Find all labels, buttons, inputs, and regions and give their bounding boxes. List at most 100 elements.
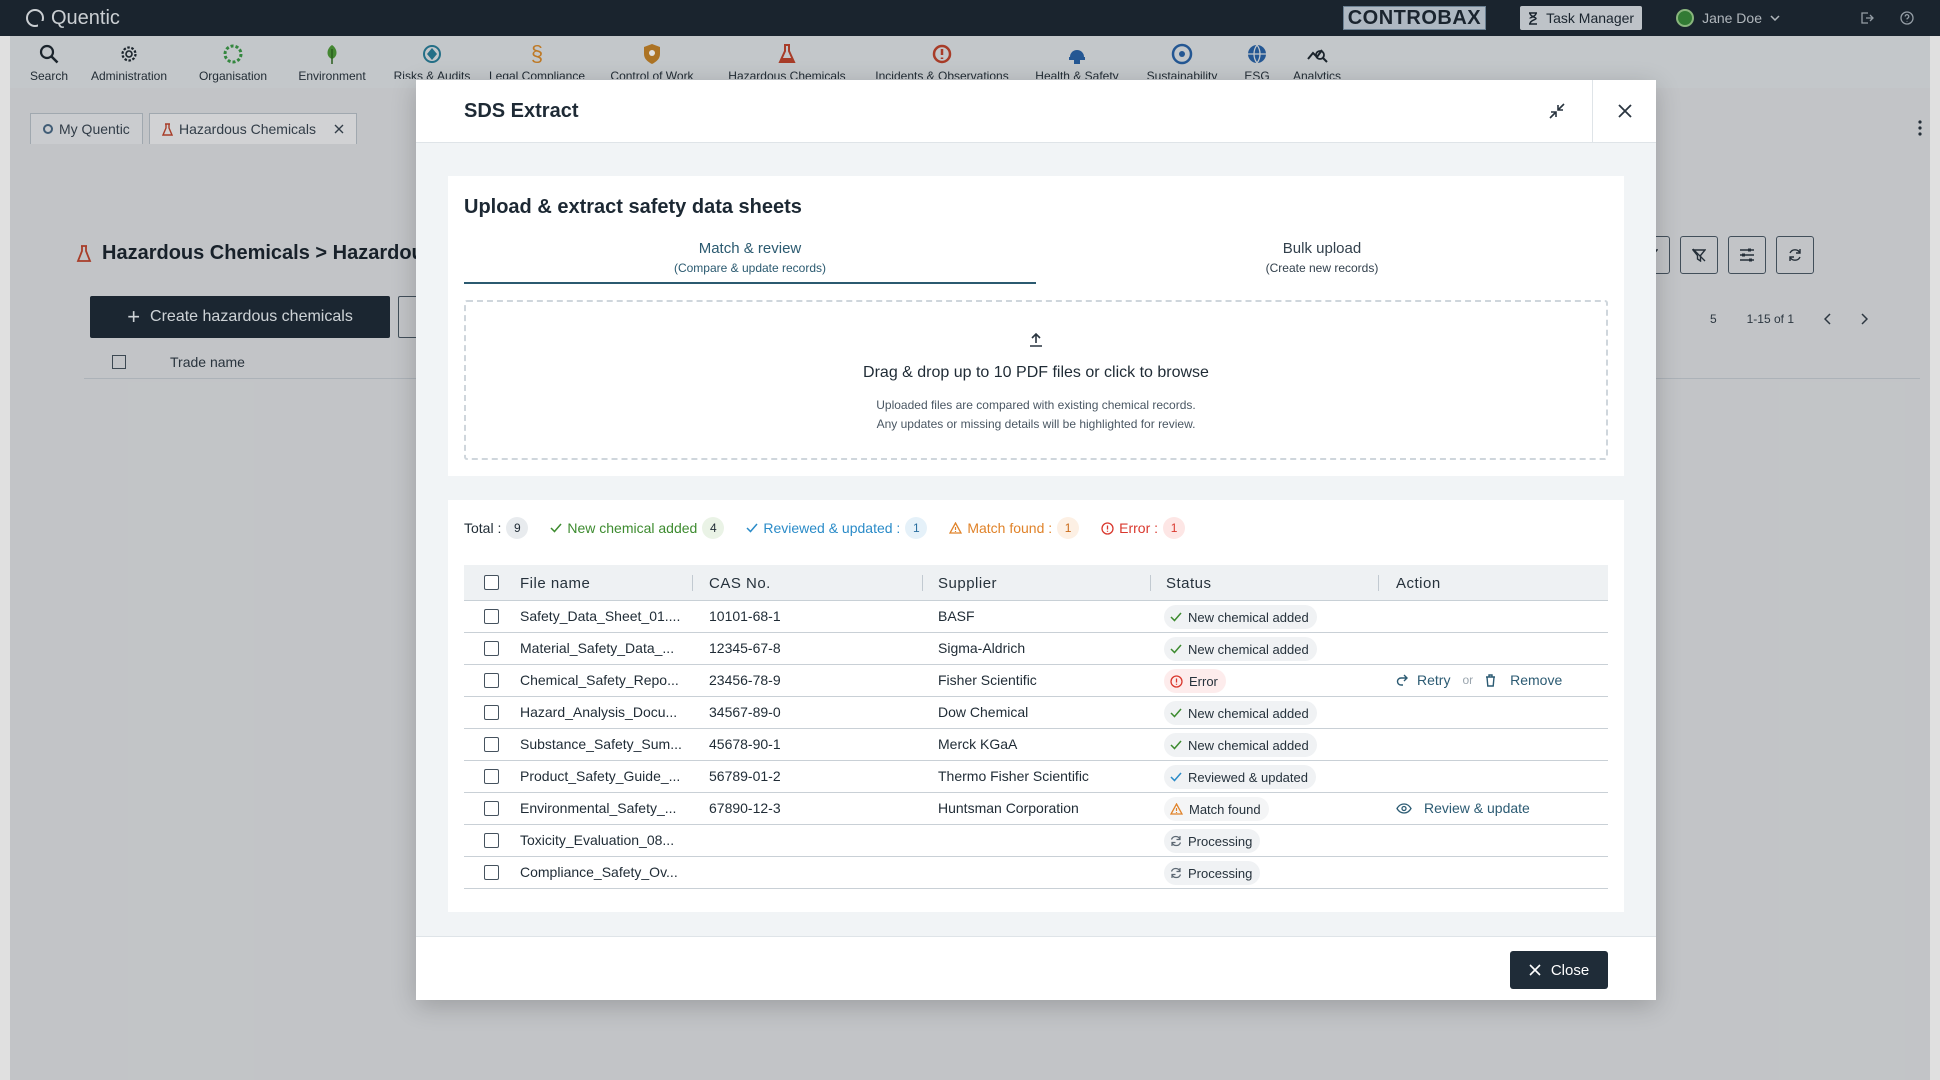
error-icon [1170,674,1183,688]
table-row[interactable]: Material_Safety_Data_... 12345-67-8 Sigm… [464,633,1608,665]
row-actions: Retry or Remove [1396,672,1562,688]
row-checkbox[interactable] [484,833,499,848]
summary-match[interactable]: Match found : 1 [949,517,1080,539]
status-badge: New chemical added [1164,733,1317,757]
supplier: Sigma-Aldrich [938,640,1026,656]
column-cas: CAS No. [709,575,771,592]
cas-number: 12345-67-8 [709,640,781,656]
retry-icon[interactable] [1396,674,1409,686]
row-checkbox[interactable] [484,769,499,784]
summary-new[interactable]: New chemical added 4 [550,517,725,539]
warning-icon [949,522,963,534]
column-supplier: Supplier [938,575,998,592]
refresh-icon [1170,867,1182,879]
table-row[interactable]: Hazard_Analysis_Docu... 34567-89-0 Dow C… [464,697,1608,729]
column-action: Action [1396,575,1441,592]
modal-header: SDS Extract [416,80,1656,143]
check-icon [1170,644,1182,654]
row-checkbox[interactable] [484,641,499,656]
tab-label: Bulk upload [1282,240,1362,257]
close-button[interactable]: Close [1510,951,1608,989]
dropzone-instruction: Drag & drop up to 10 PDF files or click … [863,364,1209,381]
file-dropzone[interactable]: Drag & drop up to 10 PDF files or click … [464,300,1608,460]
summary-new-label: New chemical added [567,520,698,536]
status-badge: New chemical added [1164,605,1317,629]
table-row[interactable]: Chemical_Safety_Repo... 23456-78-9 Fishe… [464,665,1608,697]
table-row[interactable]: Product_Safety_Guide_... 56789-01-2 Ther… [464,761,1608,793]
summary-error[interactable]: Error : 1 [1101,517,1186,539]
status-text: Reviewed & updated [1188,769,1308,785]
tab-match-review[interactable]: Match & review (Compare & update records… [464,234,1036,284]
check-icon [1170,772,1182,782]
summary-reviewed[interactable]: Reviewed & updated : 1 [746,517,928,539]
minimize-button[interactable] [1544,98,1570,124]
table-row[interactable]: Environmental_Safety_... 67890-12-3 Hunt… [464,793,1608,825]
modal-title: SDS Extract [464,100,579,122]
summary-total-count: 9 [506,517,529,539]
status-badge: Reviewed & updated [1164,765,1316,789]
row-checkbox[interactable] [484,865,499,880]
select-all-checkbox[interactable] [484,575,499,590]
files-table: File name CAS No. Supplier Status Action… [464,565,1608,889]
summary-reviewed-count: 1 [905,517,928,539]
supplier: Huntsman Corporation [938,800,1079,816]
retry-link[interactable]: Retry [1417,672,1450,688]
table-row[interactable]: Toxicity_Evaluation_08... Processing [464,825,1608,857]
minimize-icon [1549,103,1565,119]
dropzone-hint-line1: Uploaded files are compared with existin… [876,398,1196,412]
status-text: New chemical added [1188,609,1309,625]
status-text: New chemical added [1188,705,1309,721]
results-card: Total : 9 New chemical added 4 Reviewed … [448,500,1624,912]
trash-icon[interactable] [1485,673,1496,687]
summary-total-label: Total : [464,520,502,536]
supplier: Dow Chemical [938,704,1029,720]
row-actions: Review & update [1396,800,1530,816]
row-checkbox[interactable] [484,705,499,720]
file-name: Toxicity_Evaluation_08... [520,832,675,848]
status-text: Match found [1189,801,1261,817]
column-status: Status [1166,575,1212,592]
remove-link[interactable]: Remove [1510,672,1562,688]
upload-card: Upload & extract safety data sheets Matc… [448,176,1624,476]
eye-icon[interactable] [1396,802,1412,814]
sds-extract-modal: SDS Extract Upload & extract safety data… [416,80,1656,1000]
table-row[interactable]: Safety_Data_Sheet_01.... 10101-68-1 BASF… [464,601,1608,633]
table-row[interactable]: Compliance_Safety_Ov... Processing [464,857,1608,889]
status-badge: Processing [1164,829,1261,853]
status-badge: New chemical added [1164,701,1317,725]
supplier: Merck KGaA [938,736,1018,752]
file-name: Chemical_Safety_Repo... [520,672,679,688]
row-checkbox[interactable] [484,609,499,624]
close-button-label: Close [1550,961,1590,979]
check-icon [1170,708,1182,718]
column-divider [1378,575,1379,591]
file-name: Product_Safety_Guide_... [520,768,681,784]
status-summary: Total : 9 New chemical added 4 Reviewed … [464,516,1207,540]
status-text: Processing [1188,865,1253,881]
header-divider [1592,80,1593,143]
supplier: Fisher Scientific [938,672,1037,688]
file-name: Compliance_Safety_Ov... [520,864,678,880]
dropzone-hint-line2: Any updates or missing details will be h… [876,417,1196,431]
row-checkbox[interactable] [484,673,499,688]
supplier: BASF [938,608,975,624]
row-checkbox[interactable] [484,801,499,816]
row-checkbox[interactable] [484,737,499,752]
file-name: Material_Safety_Data_... [520,640,675,656]
summary-total: Total : 9 [464,517,529,539]
table-row[interactable]: Substance_Safety_Sum... 45678-90-1 Merck… [464,729,1608,761]
file-name: Safety_Data_Sheet_01.... [520,608,681,624]
review-update-link[interactable]: Review & update [1424,800,1530,816]
modal-close-button[interactable] [1612,98,1638,124]
tab-bulk-upload[interactable]: Bulk upload (Create new records) [1036,234,1608,284]
column-file-name: File name [520,575,591,592]
dropzone-hint: Uploaded files are compared with existin… [466,396,1606,434]
upload-mode-tabs: Match & review (Compare & update records… [464,234,1608,284]
table-header: File name CAS No. Supplier Status Action [464,565,1608,601]
check-icon [746,523,758,533]
close-icon [1618,104,1632,118]
status-badge: Processing [1164,861,1261,885]
cas-number: 23456-78-9 [709,672,781,688]
column-divider [922,575,923,591]
status-badge: New chemical added [1164,637,1317,661]
